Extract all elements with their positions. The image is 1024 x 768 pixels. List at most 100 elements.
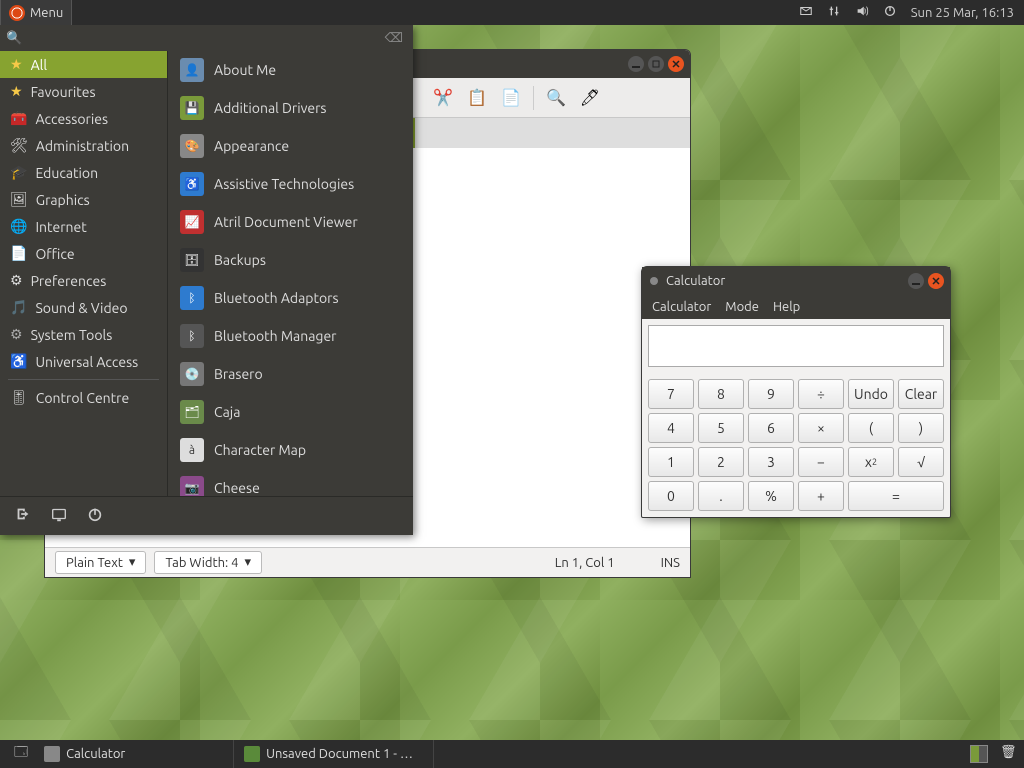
app-about-me[interactable]: 👤About Me [168,51,413,89]
key-8[interactable]: 8 [698,379,744,409]
menu-categories: ★All ★Favourites 🧰Accessories 🛠Administr… [0,51,168,496]
category-internet[interactable]: 🌐Internet [0,213,167,240]
lock-screen-icon[interactable] [50,505,68,527]
top-panel: Menu Sun 25 Mar, 16:13 [0,0,1024,25]
calc-menu-mode[interactable]: Mode [725,300,759,314]
cut-button[interactable]: ✂️ [429,84,457,112]
maximize-button[interactable] [648,56,664,72]
key-paren-open[interactable]: ( [848,413,894,443]
workspace-switcher-icon[interactable] [970,745,988,763]
clear-search-icon[interactable]: ⌫ [385,31,403,46]
category-sound-video[interactable]: 🎵Sound & Video [0,294,167,321]
category-all[interactable]: ★All [0,51,167,78]
calc-menu-help[interactable]: Help [773,300,800,314]
menu-search-row: 🔍 ⌫ [0,25,413,51]
status-syntax[interactable]: Plain Text▾ [55,551,146,574]
menu-footer [0,496,413,535]
category-preferences[interactable]: ⚙Preferences [0,267,167,294]
ubuntu-logo-icon [9,5,25,21]
close-button[interactable] [668,56,684,72]
category-favourites[interactable]: ★Favourites [0,78,167,105]
key-3[interactable]: 3 [748,447,794,477]
chevron-down-icon: ▾ [245,555,252,570]
calc-title: Calculator [666,274,900,288]
key-9[interactable]: 9 [748,379,794,409]
category-education[interactable]: 🎓Education [0,159,167,186]
key-paren-close[interactable]: ) [898,413,944,443]
app-backups[interactable]: 🗄Backups [168,241,413,279]
taskbar-item-editor[interactable]: Unsaved Document 1 - … [234,740,434,768]
logout-icon[interactable] [14,505,32,527]
app-appearance[interactable]: 🎨Appearance [168,127,413,165]
category-control-centre[interactable]: 🎚Control Centre [0,384,167,411]
app-brasero[interactable]: 💿Brasero [168,355,413,393]
key-square[interactable]: x2 [848,447,894,477]
chevron-down-icon: ▾ [129,555,136,570]
category-accessories[interactable]: 🧰Accessories [0,105,167,132]
calculator-icon [44,746,60,762]
find-button[interactable]: 🔍 [542,84,570,112]
key-undo[interactable]: Undo [848,379,894,409]
calc-app-icon [650,277,658,285]
shutdown-icon[interactable] [86,505,104,527]
calculator-window: Calculator Calculator Mode Help 7 8 9 ÷ … [641,266,951,518]
app-assistive-technologies[interactable]: ♿Assistive Technologies [168,165,413,203]
category-office[interactable]: 📄Office [0,240,167,267]
calc-minimize-button[interactable] [908,273,924,289]
replace-button[interactable]: 🖊 [576,84,604,112]
trash-icon[interactable]: 🗑 [1000,745,1018,763]
key-7[interactable]: 7 [648,379,694,409]
menu-search-input[interactable] [26,29,384,47]
key-subtract[interactable]: − [798,447,844,477]
status-cursor-position: Ln 1, Col 1 [555,556,615,570]
calc-titlebar[interactable]: Calculator [642,267,950,295]
volume-icon[interactable] [855,4,869,21]
minimize-button[interactable] [628,56,644,72]
menu-button[interactable]: Menu [0,0,72,25]
key-multiply[interactable]: × [798,413,844,443]
key-decimal[interactable]: . [698,481,744,511]
key-5[interactable]: 5 [698,413,744,443]
document-icon [244,746,260,762]
menu-applications[interactable]: 👤About Me 💾Additional Drivers 🎨Appearanc… [168,51,413,496]
app-atril[interactable]: 📈Atril Document Viewer [168,203,413,241]
calc-close-button[interactable] [928,273,944,289]
calc-display[interactable] [648,325,944,367]
key-1[interactable]: 1 [648,447,694,477]
copy-button[interactable]: 📋 [463,84,491,112]
key-sqrt[interactable]: √ [898,447,944,477]
key-clear[interactable]: Clear [898,379,944,409]
status-insert-mode[interactable]: INS [661,556,680,570]
category-universal-access[interactable]: ♿Universal Access [0,348,167,375]
menu-button-label: Menu [30,6,63,20]
mail-icon[interactable] [799,4,813,21]
category-administration[interactable]: 🛠Administration [0,132,167,159]
category-graphics[interactable]: 🖼Graphics [0,186,167,213]
key-0[interactable]: 0 [648,481,694,511]
key-equals[interactable]: = [848,481,944,511]
app-bluetooth-manager[interactable]: ᛒBluetooth Manager [168,317,413,355]
key-2[interactable]: 2 [698,447,744,477]
key-divide[interactable]: ÷ [798,379,844,409]
calc-keypad: 7 8 9 ÷ Undo Clear 4 5 6 × ( ) 1 2 3 − x… [642,373,950,517]
power-icon[interactable] [883,4,897,21]
category-system-tools[interactable]: ⚙System Tools [0,321,167,348]
key-percent[interactable]: % [748,481,794,511]
app-character-map[interactable]: àCharacter Map [168,431,413,469]
status-tab-width[interactable]: Tab Width: 4▾ [154,551,262,574]
show-desktop-icon[interactable]: 🗔 [8,743,34,765]
calc-menu-calculator[interactable]: Calculator [652,300,711,314]
app-additional-drivers[interactable]: 💾Additional Drivers [168,89,413,127]
taskbar-item-calculator[interactable]: Calculator [34,740,234,768]
key-4[interactable]: 4 [648,413,694,443]
clock[interactable]: Sun 25 Mar, 16:13 [911,6,1014,20]
paste-button[interactable]: 📄 [497,84,525,112]
app-bluetooth-adaptors[interactable]: ᛒBluetooth Adaptors [168,279,413,317]
bottom-panel: 🗔 Calculator Unsaved Document 1 - … 🗑 [0,740,1024,768]
app-cheese[interactable]: 📷Cheese [168,469,413,496]
key-add[interactable]: + [798,481,844,511]
app-caja[interactable]: 🗂Caja [168,393,413,431]
network-icon[interactable] [827,4,841,21]
system-tray: Sun 25 Mar, 16:13 [789,4,1024,21]
key-6[interactable]: 6 [748,413,794,443]
